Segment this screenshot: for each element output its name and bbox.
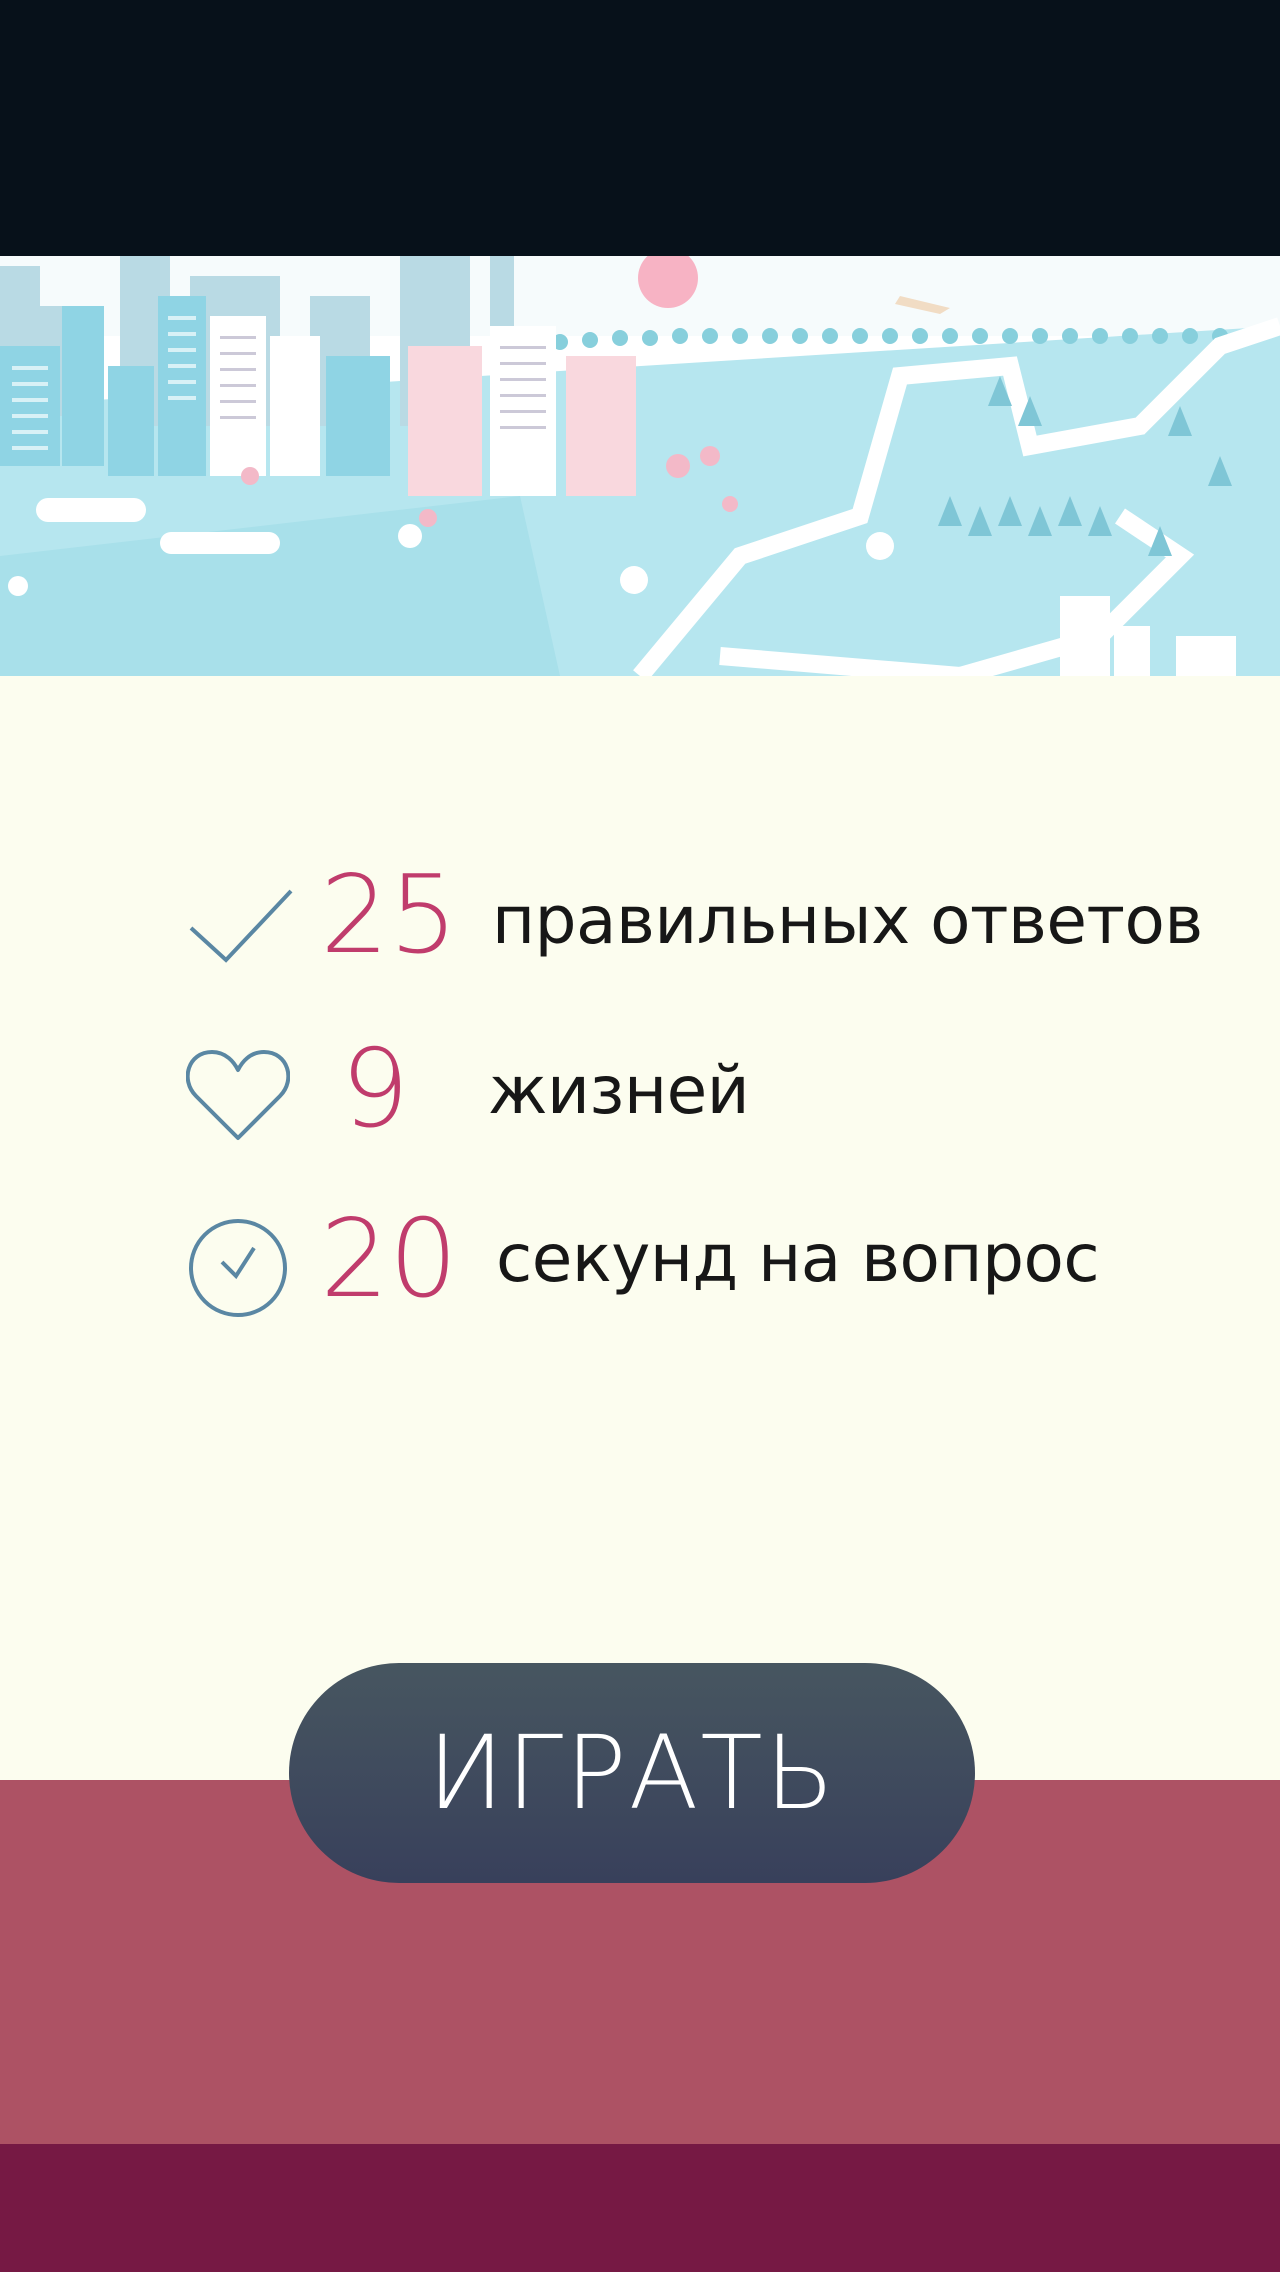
lives-value: 9 <box>340 1027 410 1152</box>
stat-row-lives: 9 жизней <box>0 1034 1280 1164</box>
heart-icon <box>185 1048 291 1147</box>
clock-check-icon <box>188 1218 288 1323</box>
play-button[interactable]: ИГРАТЬ <box>289 1663 975 1883</box>
game-info-panel: 25 правильных ответов 9 жизней 20 секунд… <box>0 676 1280 1780</box>
seconds-per-question-value: 20 <box>320 1197 458 1322</box>
footer-band <box>0 2144 1280 2272</box>
correct-answers-value: 25 <box>320 853 458 978</box>
lives-label: жизней <box>488 1052 750 1129</box>
seconds-per-question-label: секунд на вопрос <box>496 1220 1100 1297</box>
stat-row-correct-answers: 25 правильных ответов <box>0 862 1280 992</box>
check-icon <box>188 888 294 969</box>
city-banner-illustration <box>0 256 1280 676</box>
stat-row-seconds-per-question: 20 секунд на вопрос <box>0 1204 1280 1334</box>
correct-answers-label: правильных ответов <box>492 882 1203 959</box>
top-bar <box>0 0 1280 256</box>
